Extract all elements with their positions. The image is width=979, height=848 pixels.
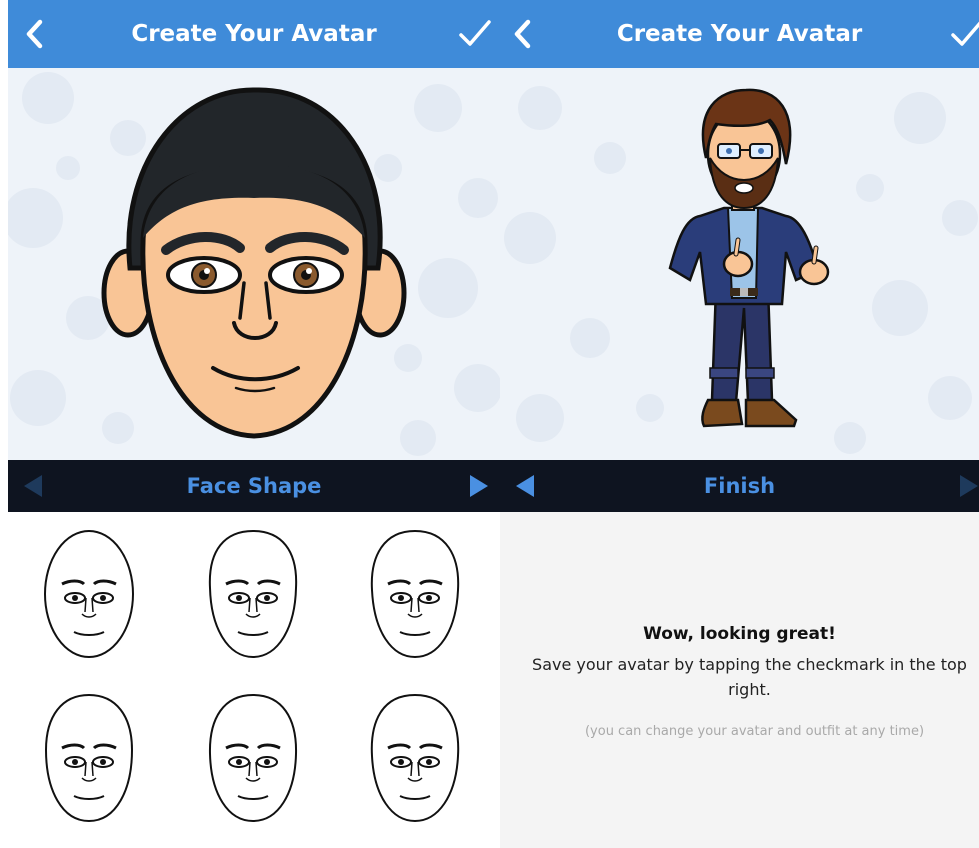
face-shape-option-2[interactable]	[206, 528, 300, 660]
next-category-arrow-icon[interactable]	[466, 473, 492, 499]
top-bar: Create Your Avatar	[8, 0, 500, 68]
page-title: Create Your Avatar	[616, 21, 863, 47]
category-label: Finish	[703, 474, 776, 498]
face-shape-option-5[interactable]	[206, 692, 300, 824]
face-shape-option-1[interactable]	[42, 528, 136, 660]
finish-screen: Create Your Avatar Finish Wow, looking g…	[500, 0, 979, 848]
face-shape-options	[8, 512, 500, 848]
face-shape-option-4[interactable]	[42, 692, 136, 824]
finish-message: Wow, looking great! Save your avatar by …	[500, 512, 979, 848]
face-shape-screen: Create Your Avatar Face Shape	[0, 0, 500, 848]
category-bar: Face Shape	[8, 460, 500, 512]
finish-body-text: Save your avatar by tapping the checkmar…	[532, 655, 967, 699]
face-shape-option-3[interactable]	[368, 528, 462, 660]
avatar-head-closeup	[101, 87, 407, 439]
finish-headline: Wow, looking great!	[643, 624, 836, 644]
category-label: Face Shape	[186, 474, 322, 498]
avatar-full-body	[668, 88, 830, 428]
confirm-checkmark-icon[interactable]	[458, 18, 492, 50]
next-category-arrow-icon[interactable]	[956, 473, 979, 499]
face-shape-option-6[interactable]	[368, 692, 462, 824]
avatar-preview	[500, 68, 979, 460]
top-bar: Create Your Avatar	[500, 0, 979, 68]
confirm-checkmark-icon[interactable]	[950, 18, 979, 50]
finish-note: (you can change your avatar and outfit a…	[584, 724, 925, 739]
page-title: Create Your Avatar	[131, 21, 377, 47]
category-bar: Finish	[500, 460, 979, 512]
avatar-preview	[8, 68, 500, 460]
